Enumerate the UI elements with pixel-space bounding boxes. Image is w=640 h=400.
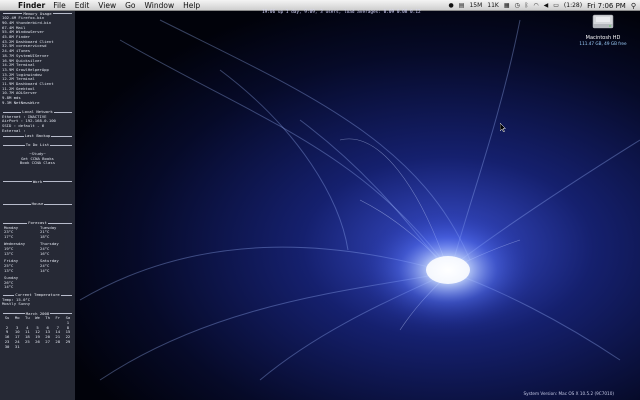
menu-window[interactable]: Window xyxy=(145,1,175,10)
menu-edit[interactable]: Edit xyxy=(75,1,90,10)
battery-icon[interactable]: ▭ xyxy=(553,2,559,9)
growl-icon[interactable]: ● xyxy=(449,2,454,9)
forecast-low: 13°C xyxy=(4,267,14,273)
forecast-grid: Monday 23°C 17°C Tuesday 21°C 18°C Wedne… xyxy=(2,225,73,293)
calendar-day xyxy=(63,345,73,350)
time-machine-icon[interactable]: ◷ xyxy=(515,2,520,9)
calendar-days: 1 2 3 4 5 6 7 8 9 10 11 12 13 14 15 16 17 18 19 20 21 22 23 24 2… xyxy=(2,320,73,350)
forecast-day: Saturday 24°C 14°C xyxy=(40,258,73,273)
calendar-day xyxy=(43,345,53,350)
menu-clock[interactable]: Fri 7:06 PM xyxy=(587,2,626,10)
calendar-section: March 2008 Su Mo Tu We Th Fr Sa 1 2 3 4 5 6 7 8 9 10 11 1… xyxy=(2,311,73,350)
menu-app-name[interactable]: Finder xyxy=(18,1,45,10)
calendar-day xyxy=(32,345,42,350)
uptime-readout: 19:06 up 1 day, 9:09, 3 users, load aver… xyxy=(262,10,421,15)
menu-extras: ● ▤ 15M 11K ▦ ◷ ᛒ ◠ ◀ ▭ (1:28) Fri 7:06 … xyxy=(449,0,636,11)
forecast-day: Thursday 24°C 16°C xyxy=(40,242,73,256)
forecast-day: Friday 25°C 13°C xyxy=(4,258,37,273)
mouse-pointer-icon xyxy=(500,123,506,132)
forecast-low: 14°C xyxy=(40,267,50,273)
local-network-section: Local Network Ethernet : INACTIVE AirPor… xyxy=(2,109,73,134)
menu-file[interactable]: File xyxy=(53,1,66,10)
calendar-day: 30 xyxy=(4,343,10,349)
forecast-day: Sunday 26°C 14°C xyxy=(4,275,37,290)
calendar-day: 31 xyxy=(14,343,20,349)
forecast-low: 18°C xyxy=(40,234,50,240)
forecast-day: Wednesday 19°C 13°C xyxy=(4,242,37,256)
desktop-wallpaper xyxy=(0,0,640,400)
forecast-low: 14°C xyxy=(4,284,14,290)
spaces-icon[interactable]: ▦ xyxy=(504,2,510,9)
bluetooth-icon[interactable]: ᛒ xyxy=(525,2,529,9)
geektool-panel: Memory Usage 102.4M Firefox-bin 90.4M th… xyxy=(0,11,75,400)
forecast-low: 17°C xyxy=(4,234,14,240)
memory-usage-section: Memory Usage 102.4M Firefox-bin 90.4M th… xyxy=(2,11,73,106)
forecast-low: 16°C xyxy=(40,250,50,256)
current-temp-section: Current Temperature Temp: 15.0°C Mostly … xyxy=(2,292,73,307)
volume-icon[interactable]: ◀ xyxy=(544,2,549,9)
spotlight-icon[interactable]: ⚲ xyxy=(631,2,636,10)
network-out-status[interactable]: 11K xyxy=(487,2,499,9)
menu-go[interactable]: Go xyxy=(125,1,135,10)
menu-view[interactable]: View xyxy=(98,1,116,10)
forecast-section: Forecast Monday 23°C 17°C Tuesday 21°C 1… xyxy=(2,220,73,293)
network-activity-icon[interactable]: ▤ xyxy=(459,2,465,9)
calendar-day xyxy=(53,345,63,350)
forecast-low: 13°C xyxy=(4,250,14,256)
hard-drive-icon xyxy=(592,14,614,29)
macintosh-hd-drive[interactable]: Macintosh HD 111.47 GB, 49 GB free xyxy=(573,13,633,46)
todo-section: To Do List ~Study~ Get CCNA Books Book C… xyxy=(2,143,73,166)
drive-info: 111.47 GB, 49 GB free xyxy=(579,41,627,46)
calendar-day xyxy=(22,345,32,350)
system-version-readout: System Version: Mac OS X 10.5.2 (9C7010) xyxy=(523,391,614,396)
forecast-day: Monday 23°C 17°C xyxy=(4,225,37,240)
network-in-status[interactable]: 15M xyxy=(469,2,482,9)
menu-help[interactable]: Help xyxy=(183,1,200,10)
wifi-icon[interactable]: ◠ xyxy=(533,2,538,9)
battery-time[interactable]: (1:28) xyxy=(564,2,582,9)
forecast-day: Tuesday 21°C 18°C xyxy=(40,225,73,240)
